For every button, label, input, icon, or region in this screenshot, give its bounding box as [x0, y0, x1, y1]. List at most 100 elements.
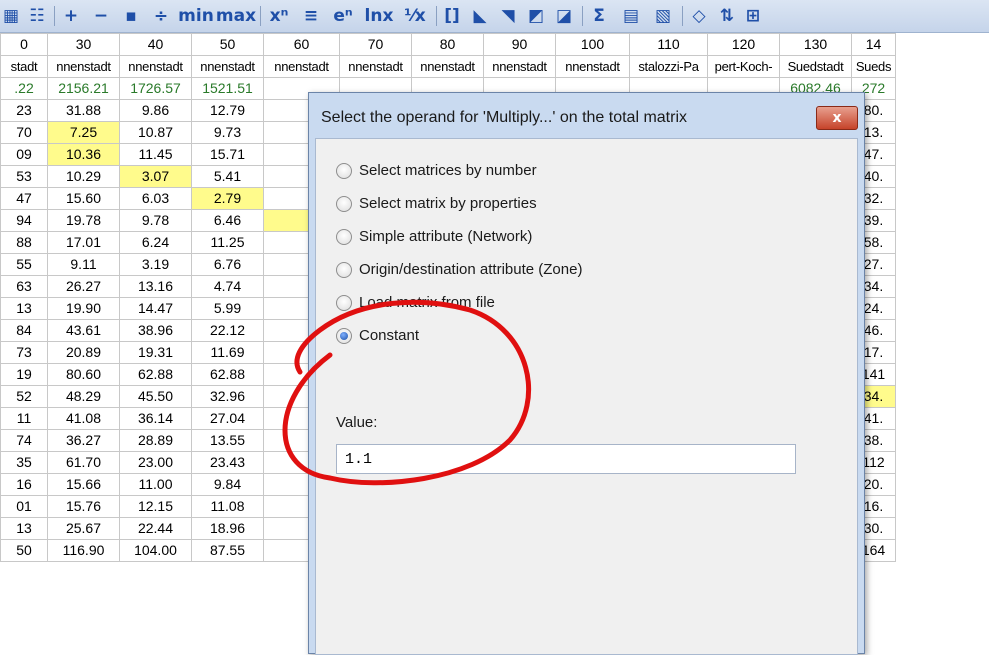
matrix-cell[interactable]: 23.43 — [191, 451, 264, 474]
grid-button[interactable]: ▦ — [0, 4, 22, 28]
matrix-cell[interactable]: 50 — [191, 33, 264, 56]
matrix-cell[interactable]: 17.01 — [47, 231, 120, 254]
matrix-cell[interactable]: 3.19 — [119, 253, 192, 276]
matrix-cell[interactable]: nnenstadt — [339, 55, 412, 78]
matrix-cell[interactable]: 19.78 — [47, 209, 120, 232]
radio-option-1[interactable]: Select matrices by number — [336, 162, 537, 179]
matrix-cell[interactable]: 32.96 — [191, 385, 264, 408]
matrix-cell[interactable]: 6.24 — [119, 231, 192, 254]
matrix-cell[interactable]: 14 — [851, 33, 896, 56]
matrix-cell[interactable]: 73 — [0, 341, 48, 364]
matrix-cell[interactable]: 11.45 — [119, 143, 192, 166]
matrix-cell[interactable]: 35 — [0, 451, 48, 474]
matrix-cell[interactable]: 52 — [0, 385, 48, 408]
matrix-cell[interactable]: 84 — [0, 319, 48, 342]
triangle-upper-button[interactable]: ◥ — [496, 4, 520, 28]
matrix-cell[interactable]: 4.74 — [191, 275, 264, 298]
matrix-cell[interactable]: 09 — [0, 143, 48, 166]
matrix-cell[interactable]: 38.96 — [119, 319, 192, 342]
value-input[interactable] — [336, 444, 796, 474]
matrix-cell[interactable]: 12.15 — [119, 495, 192, 518]
matrix-cell[interactable]: 25.67 — [47, 517, 120, 540]
matrix-button[interactable]: ▤ — [616, 4, 646, 28]
matrix-cell[interactable]: 87.55 — [191, 539, 264, 562]
sum-button[interactable]: Σ — [586, 4, 612, 28]
matrix-cell[interactable]: 9.84 — [191, 473, 264, 496]
matrix-cell[interactable]: 70 — [339, 33, 412, 56]
matrix-cell[interactable]: 53 — [0, 165, 48, 188]
matrix-cell[interactable]: 60 — [263, 33, 340, 56]
radio-unchecked-icon[interactable] — [336, 228, 352, 245]
matrix-cell[interactable]: 28.89 — [119, 429, 192, 452]
matrix-cell[interactable]: 90 — [483, 33, 556, 56]
matrix-cell[interactable]: 9.86 — [119, 99, 192, 122]
matrix-cell[interactable]: 23.00 — [119, 451, 192, 474]
triangle-diag-button[interactable]: ◩ — [524, 4, 548, 28]
matrix-cell[interactable]: nnenstadt — [555, 55, 630, 78]
matrix-cell[interactable]: 13.55 — [191, 429, 264, 452]
power-button[interactable]: xⁿ — [264, 4, 294, 28]
matrix-cell[interactable]: 19.31 — [119, 341, 192, 364]
matrix-cell[interactable]: 40 — [119, 33, 192, 56]
radio-option-5[interactable]: Load matrix from file — [336, 294, 495, 311]
matrix-cell[interactable]: 9.78 — [119, 209, 192, 232]
matrix-cell[interactable]: Sueds — [851, 55, 896, 78]
matrix-cell[interactable]: 47 — [0, 187, 48, 210]
matrix-cell[interactable]: 14.47 — [119, 297, 192, 320]
matrix-cell[interactable]: 100 — [555, 33, 630, 56]
matrix-cell[interactable]: 80.60 — [47, 363, 120, 386]
radio-unchecked-icon[interactable] — [336, 294, 352, 311]
plus-button[interactable]: + — [58, 4, 84, 28]
matrix-cell[interactable]: 88 — [0, 231, 48, 254]
matrix-cell[interactable]: 10.87 — [119, 121, 192, 144]
matrix-cell[interactable]: 9.11 — [47, 253, 120, 276]
matrix-cell[interactable]: .22 — [0, 77, 48, 100]
matrix-cell[interactable]: 80 — [411, 33, 484, 56]
matrix-cell[interactable]: 6.76 — [191, 253, 264, 276]
matrix-cell[interactable]: 7.25 — [47, 121, 120, 144]
matrix-cell[interactable]: 5.41 — [191, 165, 264, 188]
matrix-cell[interactable]: 20.89 — [47, 341, 120, 364]
triangle-lower-button[interactable]: ◣ — [468, 4, 492, 28]
matrix-cell[interactable]: 62.88 — [119, 363, 192, 386]
matrix-cell[interactable]: 1521.51 — [191, 77, 264, 100]
reciprocal-button[interactable]: ⅟x — [400, 4, 430, 28]
matrix-cell[interactable]: 36.27 — [47, 429, 120, 452]
grid2-button[interactable]: ⊞ — [742, 4, 764, 28]
matrix-cell[interactable]: nnenstadt — [47, 55, 120, 78]
matrix-cell[interactable]: 15.66 — [47, 473, 120, 496]
bracket-button[interactable]: [] — [440, 4, 464, 28]
matrix-cell[interactable]: 1726.57 — [119, 77, 192, 100]
matrix-cell[interactable]: 18.96 — [191, 517, 264, 540]
matrix-cell[interactable]: 16 — [0, 473, 48, 496]
matrix-cell[interactable]: 13 — [0, 517, 48, 540]
matrix-cell[interactable]: 19.90 — [47, 297, 120, 320]
matrix-cell[interactable]: 11.25 — [191, 231, 264, 254]
matrix-cell[interactable]: 50 — [0, 539, 48, 562]
matrix-cell[interactable]: 11.00 — [119, 473, 192, 496]
matrix-cell[interactable]: 2156.21 — [47, 77, 120, 100]
matrix-cell[interactable]: 11.69 — [191, 341, 264, 364]
matrix-cell[interactable]: stalozzi-Pa — [629, 55, 708, 78]
matrix-cell[interactable]: 43.61 — [47, 319, 120, 342]
matrix-cell[interactable]: 74 — [0, 429, 48, 452]
matrix-cell[interactable]: Suedstadt — [779, 55, 852, 78]
matrix-cell[interactable]: 36.14 — [119, 407, 192, 430]
matrix-cell[interactable]: 10.36 — [47, 143, 120, 166]
radio-option-3[interactable]: Simple attribute (Network) — [336, 228, 532, 245]
matrix-cell[interactable]: 15.71 — [191, 143, 264, 166]
matrix-cell[interactable]: 22.44 — [119, 517, 192, 540]
matrix-cell[interactable]: 11 — [0, 407, 48, 430]
matrix-cell[interactable]: 15.60 — [47, 187, 120, 210]
highlight-button[interactable]: ▪ — [118, 4, 144, 28]
shape-button[interactable]: ◇ — [686, 4, 712, 28]
matrix-cell[interactable]: 104.00 — [119, 539, 192, 562]
matrix-cell[interactable]: 12.79 — [191, 99, 264, 122]
equals-button[interactable]: ≡ — [298, 4, 324, 28]
triangle-full-button[interactable]: ◪ — [552, 4, 576, 28]
matrix-cell[interactable]: 55 — [0, 253, 48, 276]
exp-button[interactable]: eⁿ — [328, 4, 358, 28]
sort-button[interactable]: ⇅ — [716, 4, 738, 28]
radio-option-6[interactable]: Constant — [336, 327, 419, 344]
radio-unchecked-icon[interactable] — [336, 162, 352, 179]
